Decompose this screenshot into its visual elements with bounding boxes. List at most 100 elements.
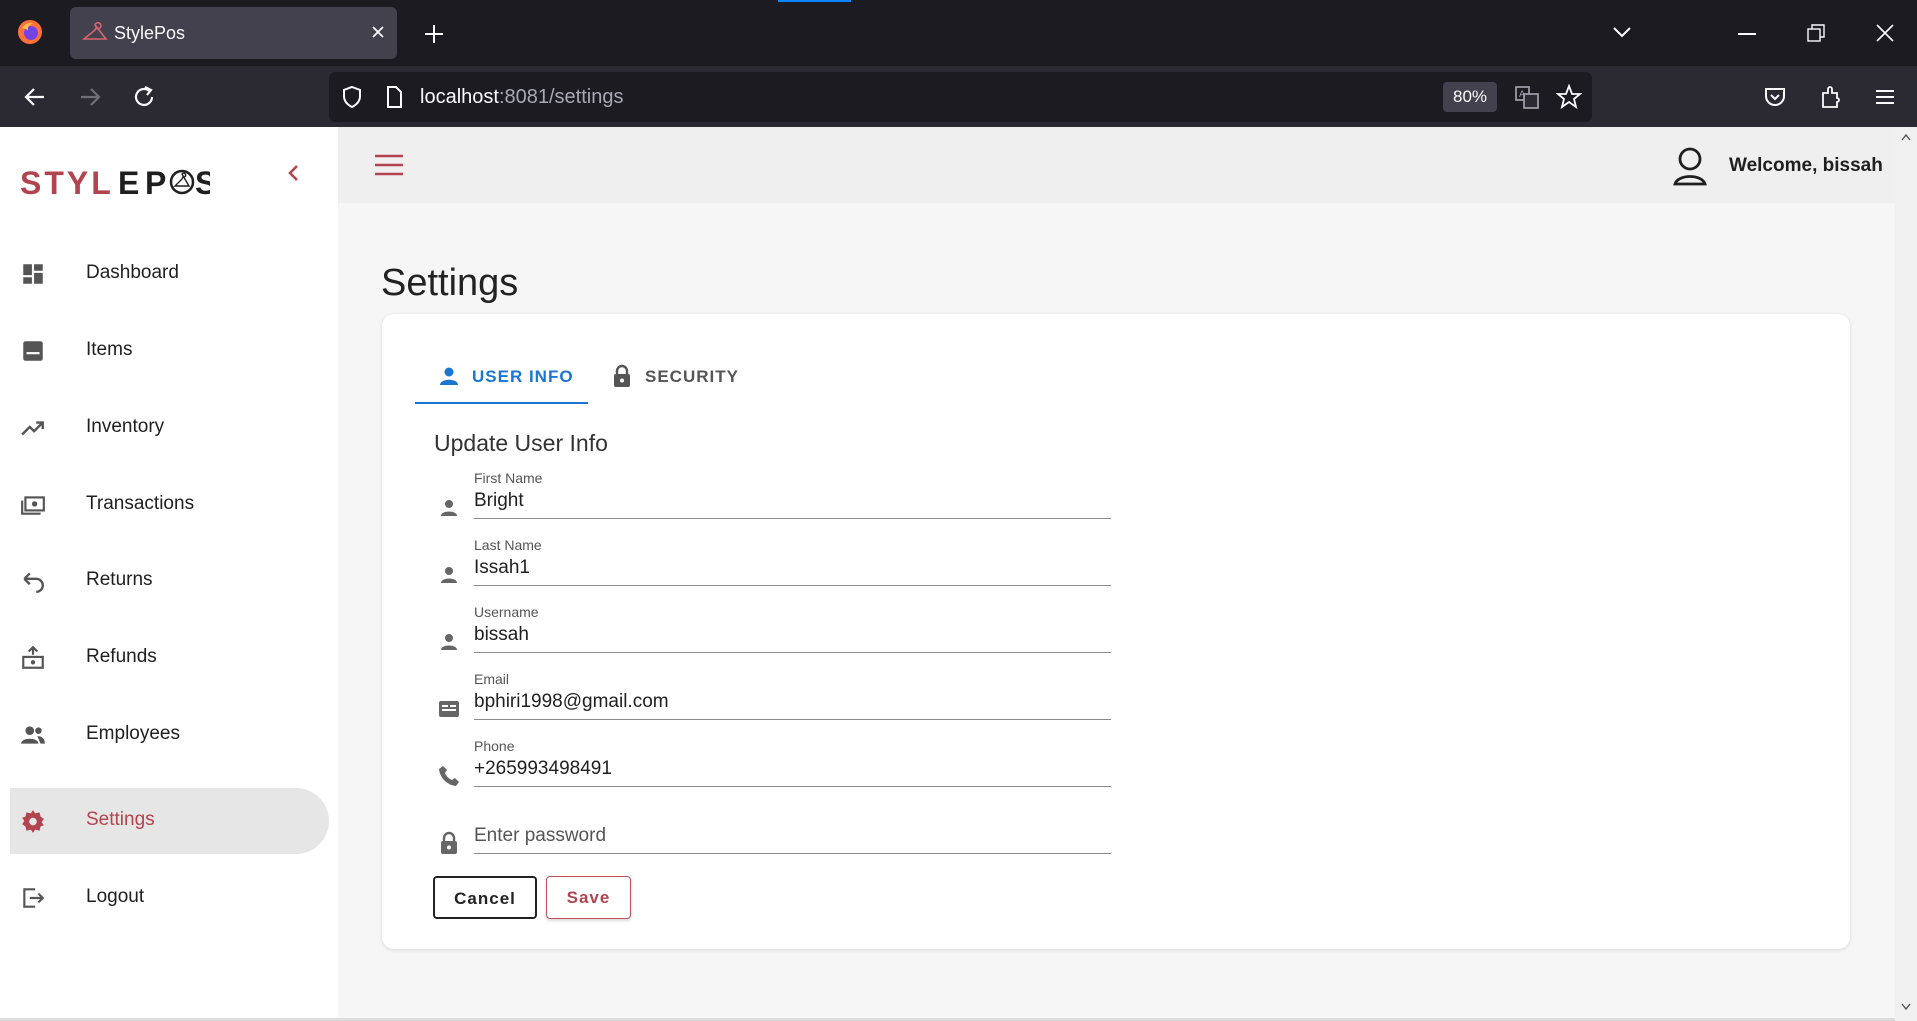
tab-strip-accent [778, 0, 851, 2]
people-icon [21, 726, 45, 744]
field-label: Phone [474, 738, 515, 754]
sidebar-item-employees[interactable]: Employees [10, 702, 329, 768]
refund-icon [22, 645, 44, 669]
field-label: Username [474, 604, 539, 620]
sidebar-item-label: Items [86, 339, 133, 360]
app-menu-icon[interactable] [1872, 84, 1898, 110]
new-tab-icon[interactable] [422, 22, 446, 46]
sidebar-item-dashboard[interactable]: Dashboard [10, 241, 329, 307]
star-bookmark-icon[interactable] [1556, 84, 1582, 110]
sidebar-item-settings[interactable]: Settings [10, 788, 329, 854]
collapse-sidebar-icon[interactable] [282, 160, 304, 186]
hamburger-menu-icon[interactable] [374, 154, 404, 176]
close-tab-icon[interactable] [368, 22, 388, 42]
sidebar-item-returns[interactable]: Returns [10, 548, 329, 614]
phone-field[interactable]: Phone +265993498491 [434, 738, 1111, 802]
scroll-down-icon[interactable] [1901, 1003, 1911, 1011]
field-label: First Name [474, 470, 543, 486]
phone-icon [439, 766, 459, 786]
svg-text:E: E [118, 165, 142, 199]
svg-text:S: S [195, 165, 210, 199]
sidebar-item-label: Transactions [86, 493, 195, 514]
translate-icon[interactable]: A [1514, 84, 1540, 110]
person-icon [440, 367, 458, 385]
list-all-tabs-icon[interactable] [1612, 24, 1632, 40]
svg-text:STYL: STYL [20, 165, 114, 199]
trending-up-icon [21, 421, 44, 436]
minimize-window-icon[interactable] [1738, 33, 1756, 35]
field-underline [474, 719, 1111, 720]
logout-icon [23, 888, 45, 908]
cancel-button[interactable]: Cancel [433, 876, 537, 919]
forward-icon[interactable] [77, 84, 103, 110]
email-input[interactable]: bphiri1998@gmail.com [474, 691, 669, 713]
extensions-icon[interactable] [1818, 84, 1844, 110]
dashboard-icon [23, 264, 43, 284]
sidebar-item-label: Employees [86, 723, 180, 744]
sidebar-item-label: Returns [86, 569, 153, 590]
last-name-field[interactable]: Last Name Issah1 [434, 537, 1111, 601]
username-input[interactable]: bissah [474, 624, 529, 646]
svg-text:A: A [1519, 90, 1526, 100]
field-underline [474, 652, 1111, 653]
person-icon [441, 567, 457, 583]
last-name-input[interactable]: Issah1 [474, 557, 530, 579]
close-window-icon[interactable] [1876, 24, 1894, 42]
password-input[interactable]: Enter password [474, 825, 606, 847]
sidebar-item-inventory[interactable]: Inventory [10, 395, 329, 461]
person-icon [441, 500, 457, 516]
scroll-up-icon[interactable] [1901, 133, 1911, 141]
gear-icon [22, 810, 44, 833]
person-icon [441, 634, 457, 650]
pocket-icon[interactable] [1762, 84, 1788, 110]
contact-card-icon [439, 701, 459, 717]
money-icon [21, 496, 45, 515]
stylepos-logo: STYL E P S [20, 165, 210, 199]
field-underline [474, 786, 1111, 787]
phone-input[interactable]: +265993498491 [474, 758, 612, 780]
zoom-level-badge[interactable]: 80% [1443, 82, 1497, 112]
tab-label: USER INFO [472, 367, 574, 386]
undo-icon [23, 572, 44, 594]
sidebar-item-label: Refunds [86, 646, 157, 667]
reload-icon[interactable] [131, 84, 157, 110]
page-scrollbar[interactable] [1895, 127, 1917, 1021]
email-field[interactable]: Email bphiri1998@gmail.com [434, 671, 1111, 735]
restore-window-icon[interactable] [1807, 24, 1825, 42]
field-label: Email [474, 671, 510, 687]
sidebar-item-logout[interactable]: Logout [10, 865, 329, 931]
url-text[interactable]: localhost:8081/settings [420, 86, 623, 109]
page-title: Settings [381, 262, 519, 304]
tab-title: StylePos [114, 23, 186, 43]
tab-label: SECURITY [645, 367, 739, 386]
form-title: Update User Info [434, 430, 608, 456]
firefox-icon[interactable] [16, 18, 44, 46]
user-avatar-icon[interactable] [1672, 146, 1708, 186]
password-field[interactable]: Enter password [434, 805, 1111, 869]
field-underline [474, 585, 1111, 586]
svg-text:P: P [145, 165, 166, 199]
sidebar-item-label: Logout [86, 886, 145, 907]
lock-icon [441, 831, 457, 854]
sidebar-item-label: Inventory [86, 416, 165, 437]
sidebar-item-label: Settings [86, 809, 155, 830]
back-icon[interactable] [22, 84, 48, 110]
save-button[interactable]: Save [546, 876, 631, 919]
first-name-input[interactable]: Bright [474, 490, 524, 512]
hanger-favicon-icon [82, 22, 108, 40]
username-field[interactable]: Username bissah [434, 604, 1111, 668]
page-info-icon[interactable] [381, 84, 407, 110]
tab-user-info[interactable]: USER INFO [415, 356, 588, 404]
app-top-bar [338, 127, 1895, 203]
sidebar-item-refunds[interactable]: Refunds [10, 625, 329, 691]
field-label: Last Name [474, 537, 542, 553]
sidebar-item-label: Dashboard [86, 262, 179, 283]
field-underline [474, 853, 1111, 854]
sidebar-item-transactions[interactable]: Transactions [10, 472, 329, 538]
sidebar-item-items[interactable]: Items [10, 318, 329, 384]
shield-icon[interactable] [339, 84, 365, 110]
tab-security[interactable]: SECURITY [590, 356, 760, 404]
welcome-text: Welcome, bissah [1729, 155, 1883, 176]
lock-icon [614, 364, 630, 387]
first-name-field[interactable]: First Name Bright [434, 470, 1111, 534]
